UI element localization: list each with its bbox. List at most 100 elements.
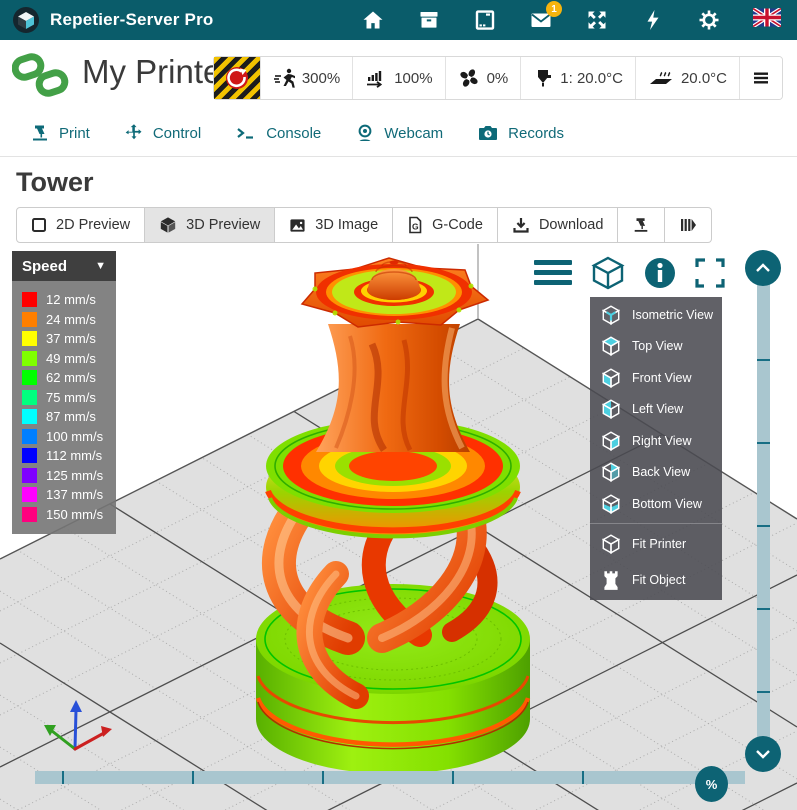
viewport-3d[interactable]: Speed ▼ 12 mm/s 24 mm/s 37 mm/s 49 mm/s … [0, 244, 797, 810]
layers-play-icon [679, 217, 697, 233]
app-title: Repetier-Server Pro [50, 10, 213, 30]
button-layer-render[interactable] [665, 207, 712, 243]
fan-button[interactable]: 0% [445, 57, 521, 99]
menu-item-back-view[interactable]: Back View [590, 457, 722, 489]
legend-item: 150 mm/s [12, 505, 116, 525]
legend-color-swatch [22, 487, 37, 502]
legend-item: 24 mm/s [12, 310, 116, 330]
horizontal-layer-slider[interactable] [35, 771, 745, 784]
tab-control[interactable]: Control [124, 123, 201, 143]
archive-box-icon[interactable] [417, 8, 441, 32]
repetier-logo [12, 6, 40, 34]
speed-multiplier-value: 300% [302, 70, 340, 87]
button-download[interactable]: Download [498, 207, 619, 243]
legend-item: 37 mm/s [12, 329, 116, 349]
legend-color-swatch [22, 370, 37, 385]
expand-icon[interactable] [585, 8, 609, 32]
button-send-to-printer[interactable] [618, 207, 665, 243]
uk-flag-icon[interactable] [753, 8, 777, 32]
menu-item-right-view[interactable]: Right View [590, 425, 722, 457]
legend-color-swatch [22, 429, 37, 444]
top-bar: Repetier-Server Pro 1 [0, 0, 797, 40]
button-download-label: Download [539, 217, 604, 233]
legend-title: Speed [22, 258, 67, 275]
scroll-up-button[interactable] [745, 250, 781, 286]
chevron-down-icon [755, 749, 771, 759]
percent-button[interactable]: % [695, 766, 728, 802]
info-icon[interactable] [644, 257, 676, 289]
home-icon[interactable] [361, 8, 385, 32]
bed-temp-value: 20.0°C [681, 70, 727, 87]
speed-legend: Speed ▼ 12 mm/s 24 mm/s 37 mm/s 49 mm/s … [12, 251, 116, 534]
extruder-temp-button[interactable]: 1: 20.0°C [520, 57, 635, 99]
printer-tabs: Print Control Console Webcam Records [0, 110, 797, 157]
emergency-stop-button[interactable] [214, 57, 260, 99]
button-3d-image[interactable]: 3D Image [275, 207, 393, 243]
fan-value: 0% [487, 70, 509, 87]
legend-item: 12 mm/s [12, 290, 116, 310]
print-icon [30, 123, 50, 143]
extruder-temp-value: 1: 20.0°C [560, 70, 623, 87]
records-icon [477, 123, 499, 143]
legend-item: 112 mm/s [12, 446, 116, 466]
rook-icon [600, 569, 622, 591]
tab-records[interactable]: Records [477, 123, 564, 143]
flow-button[interactable]: 100% [352, 57, 444, 99]
legend-item: 87 mm/s [12, 407, 116, 427]
link-icon [12, 52, 70, 100]
menu-item-fit-printer[interactable]: Fit Printer [590, 526, 722, 562]
menu-item-top-view[interactable]: Top View [590, 331, 722, 363]
tab-webcam[interactable]: Webcam [355, 123, 443, 143]
printer-header: My Printer 300% 100% [0, 40, 797, 110]
download-icon [512, 216, 530, 234]
menu-item-isometric-view[interactable]: Isometric View [590, 299, 722, 331]
button-gcode[interactable]: G G-Code [393, 207, 498, 243]
speed-multiplier-button[interactable]: 300% [260, 57, 352, 99]
render-menu-icon[interactable] [534, 259, 572, 287]
frame-icon[interactable] [473, 8, 497, 32]
runner-icon [273, 67, 295, 89]
view-cube-icon[interactable] [591, 256, 625, 290]
menu-item-fit-object[interactable]: Fit Object [590, 562, 722, 598]
legend-color-swatch [22, 292, 37, 307]
cube-front-icon [600, 367, 622, 389]
cube-left-icon [600, 398, 622, 420]
chevron-down-icon: ▼ [95, 260, 106, 272]
fan-icon [458, 67, 480, 89]
printer-menu-button[interactable] [739, 57, 782, 99]
button-3d-preview[interactable]: 3D Preview [145, 207, 275, 243]
button-2d-preview[interactable]: 2D Preview [16, 207, 145, 243]
legend-body: 12 mm/s 24 mm/s 37 mm/s 49 mm/s 62 mm/s … [12, 281, 116, 534]
button-3d-preview-label: 3D Preview [186, 217, 260, 233]
printer-status-toolbar: 300% 100% 0% 1: 20.0°C [213, 56, 783, 100]
tab-print-label: Print [59, 125, 90, 142]
menu-item-left-view[interactable]: Left View [590, 394, 722, 426]
menu-item-bottom-view[interactable]: Bottom View [590, 488, 722, 520]
tab-console[interactable]: Console [235, 123, 321, 143]
menu-item-front-view[interactable]: Front View [590, 362, 722, 394]
tab-records-label: Records [508, 125, 564, 142]
scroll-down-button[interactable] [745, 736, 781, 772]
tab-webcam-label: Webcam [384, 125, 443, 142]
webcam-icon [355, 123, 375, 143]
legend-item: 137 mm/s [12, 485, 116, 505]
bed-temp-button[interactable]: 20.0°C [635, 57, 739, 99]
chevron-up-icon [755, 263, 771, 273]
bolt-icon[interactable] [641, 8, 665, 32]
button-2d-preview-label: 2D Preview [56, 217, 130, 233]
tab-print[interactable]: Print [30, 123, 90, 143]
fullscreen-icon[interactable] [695, 258, 725, 288]
vertical-zoom-slider[interactable] [757, 282, 770, 744]
viewport-controls [534, 256, 725, 290]
tab-control-label: Control [153, 125, 201, 142]
legend-color-swatch [22, 448, 37, 463]
cube-top-icon [600, 335, 622, 357]
button-gcode-label: G-Code [432, 217, 483, 233]
legend-color-swatch [22, 409, 37, 424]
legend-item: 49 mm/s [12, 349, 116, 369]
mail-badge: 1 [546, 1, 562, 17]
legend-dropdown[interactable]: Speed ▼ [12, 251, 116, 281]
gcode-file-title: Tower [0, 157, 797, 205]
gear-icon[interactable] [697, 8, 721, 32]
mail-icon[interactable]: 1 [529, 8, 553, 32]
